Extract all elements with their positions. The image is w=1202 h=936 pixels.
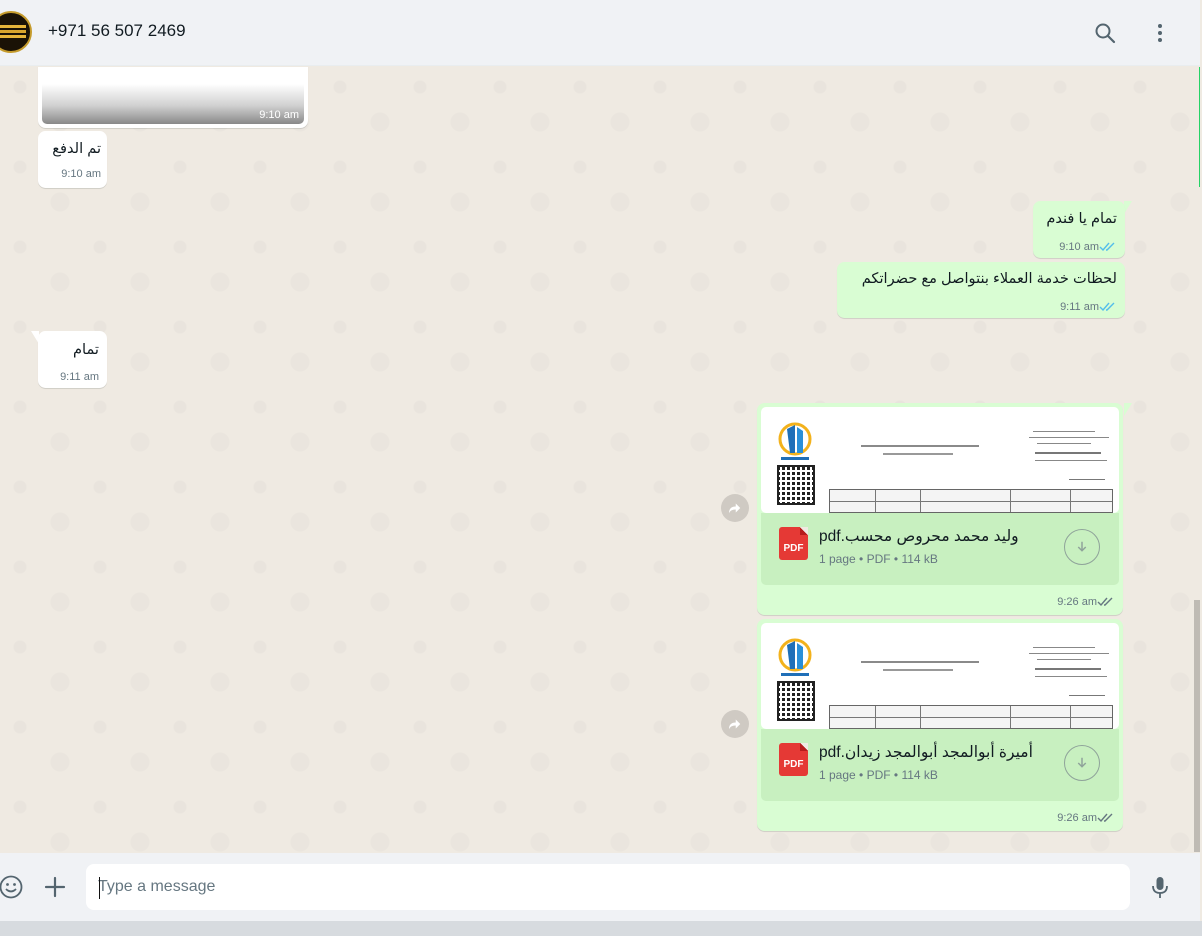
attach-plus-icon[interactable] [40,872,70,902]
microphone-icon[interactable] [1145,872,1175,902]
document-info[interactable]: PDF أميرة أبوالمجد أبوالمجد زيدان.pdf 1 … [761,729,1119,801]
delivered-ticks-icon [1097,597,1113,607]
company-logo [778,638,812,676]
chat-header: +971 56 507 2469 [0,0,1200,66]
doc-line [883,453,953,455]
forward-icon[interactable] [721,494,749,522]
document-meta: 1 page • PDF • 114 kB [819,552,938,566]
document-message[interactable]: PDF وليد محمد محروص محسب.pdf 1 page • PD… [757,403,1123,615]
document-preview[interactable] [761,407,1119,513]
download-button[interactable] [1064,745,1100,781]
message-text: تمام يا فندم [1046,211,1117,227]
read-ticks-icon [1099,302,1115,312]
company-logo [778,422,812,460]
doc-line [1035,452,1101,454]
doc-line [883,669,953,671]
message-time: 9:10 am [61,168,101,180]
doc-line [1069,479,1105,480]
document-meta: 1 page • PDF • 114 kB [819,768,938,782]
doc-line [1037,659,1091,660]
document-filename: أميرة أبوالمجد أبوالمجد زيدان.pdf [819,744,1033,761]
text-caret [99,877,100,899]
message-text: تم الدفع [52,141,101,157]
bubble-tail [1124,201,1132,214]
incoming-message[interactable]: تمام 9:11 am [38,331,107,388]
message-time: 9:11 am [1060,301,1099,313]
contact-name[interactable]: +971 56 507 2469 [48,21,186,41]
outgoing-message[interactable]: تمام يا فندم 9:10 am [1033,201,1125,258]
download-icon [1077,757,1087,768]
document-preview[interactable] [761,623,1119,729]
composer-bar [0,853,1200,921]
pdf-icon: PDF [779,743,808,776]
contact-avatar[interactable] [0,11,32,53]
read-ticks-icon [1099,242,1115,252]
download-button[interactable] [1064,529,1100,565]
doc-line [1035,676,1107,677]
menu-dots-icon[interactable] [1144,17,1176,49]
pdf-icon: PDF [779,527,808,560]
message-time: 9:11 am [60,371,99,383]
qr-frame [777,681,815,721]
qr-frame [777,465,815,505]
doc-line [1033,647,1095,648]
outgoing-message[interactable]: لحظات خدمة العملاء بنتواصل مع حضراتكم 9:… [837,262,1125,318]
scrollbar[interactable] [1194,600,1200,852]
chat-area[interactable]: 9:10 am تم الدفع 9:10 am تمام يا فندم 9:… [0,67,1200,852]
document-filename: وليد محمد محروص محسب.pdf [819,528,1019,545]
doc-line [1033,431,1095,432]
image-message[interactable]: 9:10 am [38,67,308,128]
message-time: 9:26 am [1057,596,1097,608]
doc-line [1037,443,1091,444]
window-bottom-strip [0,921,1202,936]
message-text: تمام [73,342,99,358]
doc-line [861,445,979,447]
forward-icon[interactable] [721,710,749,738]
message-time: 9:10 am [1059,241,1099,253]
doc-line [1029,437,1109,438]
doc-table [829,705,1113,729]
doc-table [829,489,1113,513]
doc-line [1035,460,1107,461]
document-info[interactable]: PDF وليد محمد محروص محسب.pdf 1 page • PD… [761,513,1119,585]
search-icon[interactable] [1089,17,1121,49]
doc-line [861,661,979,663]
message-time: 9:26 am [1057,812,1097,824]
download-icon [1077,541,1087,552]
document-message[interactable]: PDF أميرة أبوالمجد أبوالمجد زيدان.pdf 1 … [757,619,1123,831]
doc-line [1035,668,1101,670]
emoji-icon[interactable] [0,872,26,902]
incoming-message[interactable]: تم الدفع 9:10 am [38,131,107,188]
delivered-ticks-icon [1097,813,1113,823]
message-time: 9:10 am [259,109,299,121]
window-edge [1199,67,1200,187]
message-text: لحظات خدمة العملاء بنتواصل مع حضراتكم [861,271,1117,287]
doc-line [1029,653,1109,654]
doc-line [1069,695,1105,696]
message-input[interactable] [86,864,1130,910]
bubble-tail [1124,403,1132,416]
